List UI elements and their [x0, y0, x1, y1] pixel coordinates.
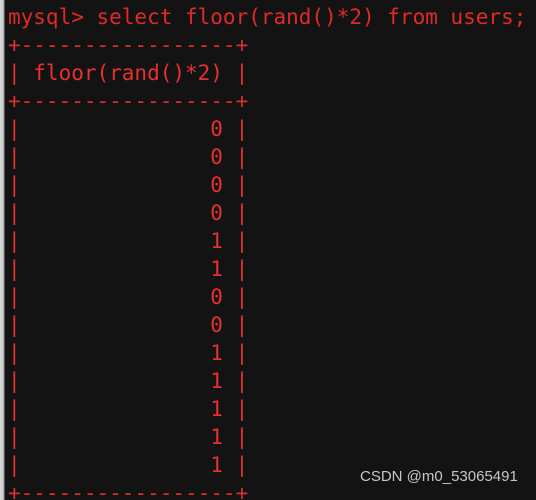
mysql-prompt-line: mysql> select floor(rand()*2) from users… [8, 5, 527, 29]
table-row: | 0 | [8, 313, 249, 337]
csdn-watermark: CSDN @m0_53065491 [360, 468, 518, 485]
table-row: | 0 | [8, 145, 249, 169]
table-header-separator: +-----------------+ [8, 89, 249, 113]
table-top-border: +-----------------+ [8, 33, 249, 57]
table-row: | 0 | [8, 117, 249, 141]
terminal-window: mysql> select floor(rand()*2) from users… [0, 0, 536, 500]
table-row: | 1 | [8, 369, 249, 393]
terminal-output[interactable]: mysql> select floor(rand()*2) from users… [5, 0, 536, 500]
table-row: | 1 | [8, 257, 249, 281]
table-header-row: | floor(rand()*2) | [8, 61, 249, 85]
table-row: | 0 | [8, 285, 249, 309]
table-row: | 1 | [8, 397, 249, 421]
table-row: | 1 | [8, 425, 249, 449]
table-row: | 1 | [8, 229, 249, 253]
table-row: | 1 | [8, 341, 249, 365]
table-row: | 0 | [8, 201, 249, 225]
table-row: | 0 | [8, 173, 249, 197]
